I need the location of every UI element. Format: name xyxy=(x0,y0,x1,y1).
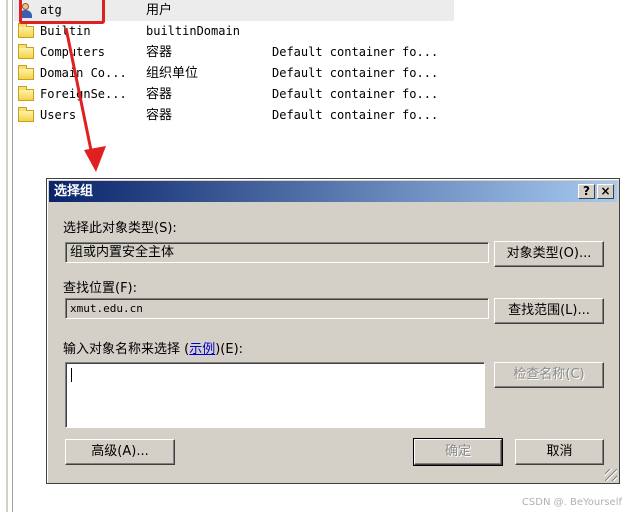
object-type: 容器 xyxy=(146,45,173,60)
object-type: 组织单位 xyxy=(146,66,199,81)
dialog-title: 选择组 xyxy=(54,184,94,199)
folder-icon xyxy=(18,44,34,60)
object-description: Default container fo... xyxy=(272,45,439,59)
object-type-field: 组或内置安全主体 xyxy=(65,242,489,263)
select-group-dialog: 选择组 ? × 选择此对象类型(S): 组或内置安全主体 对象类型(O)... … xyxy=(46,178,620,484)
enter-names-label: 输入对象名称来选择 (示例)(E): xyxy=(63,338,243,357)
folder-icon xyxy=(18,107,34,123)
list-item-users[interactable]: Users 容器 Default container fo... xyxy=(14,105,454,126)
dialog-titlebar[interactable]: 选择组 ? × xyxy=(49,181,617,202)
location-field: xmut.edu.cn xyxy=(65,298,489,319)
folder-icon xyxy=(18,86,34,102)
check-names-button[interactable]: 检查名称(C) xyxy=(494,362,604,388)
enter-names-label-text: 输入对象名称来选择 ( xyxy=(63,342,190,357)
object-description: Default container fo... xyxy=(272,87,439,101)
enter-names-label-suffix: )(E): xyxy=(215,342,244,357)
object-name: Users xyxy=(40,108,77,122)
resize-grip[interactable] xyxy=(605,469,617,481)
folder-icon xyxy=(18,65,34,81)
object-description: Default container fo... xyxy=(272,108,439,122)
object-type: 容器 xyxy=(146,87,173,102)
object-name: Computers xyxy=(40,45,106,59)
object-types-button[interactable]: 对象类型(O)... xyxy=(494,241,604,267)
text-caret xyxy=(71,368,72,382)
list-item-computers[interactable]: Computers 容器 Default container fo... xyxy=(14,42,454,63)
help-button[interactable]: ? xyxy=(578,184,595,199)
object-description: Default container fo... xyxy=(272,66,439,80)
highlight-box xyxy=(19,0,105,24)
folder-icon xyxy=(18,23,34,39)
list-item-foreign-security[interactable]: ForeignSe... 容器 Default container fo... xyxy=(14,84,454,105)
examples-link[interactable]: 示例 xyxy=(189,342,215,357)
close-button[interactable]: × xyxy=(597,184,614,199)
object-names-input[interactable] xyxy=(65,362,485,428)
object-type-label: 选择此对象类型(S): xyxy=(63,221,177,236)
object-type: 用户 xyxy=(146,3,173,18)
object-type: 容器 xyxy=(146,108,173,123)
locations-button[interactable]: 查找范围(L)... xyxy=(494,298,604,324)
location-label: 查找位置(F): xyxy=(63,281,138,296)
object-name: ForeignSe... xyxy=(40,87,127,101)
list-item-domain-controllers[interactable]: Domain Co... 组织单位 Default container fo..… xyxy=(14,63,454,84)
ok-button[interactable]: 确定 xyxy=(413,438,503,466)
cancel-button[interactable]: 取消 xyxy=(515,439,604,465)
advanced-button[interactable]: 高级(A)... xyxy=(65,439,175,465)
object-name: Builtin xyxy=(40,24,91,38)
object-type: builtinDomain xyxy=(146,24,240,38)
window-left-edge xyxy=(0,0,13,512)
watermark: CSDN @. BeYourself xyxy=(521,497,622,508)
object-name: Domain Co... xyxy=(40,66,127,80)
list-item-builtin[interactable]: Builtin builtinDomain xyxy=(14,21,454,42)
